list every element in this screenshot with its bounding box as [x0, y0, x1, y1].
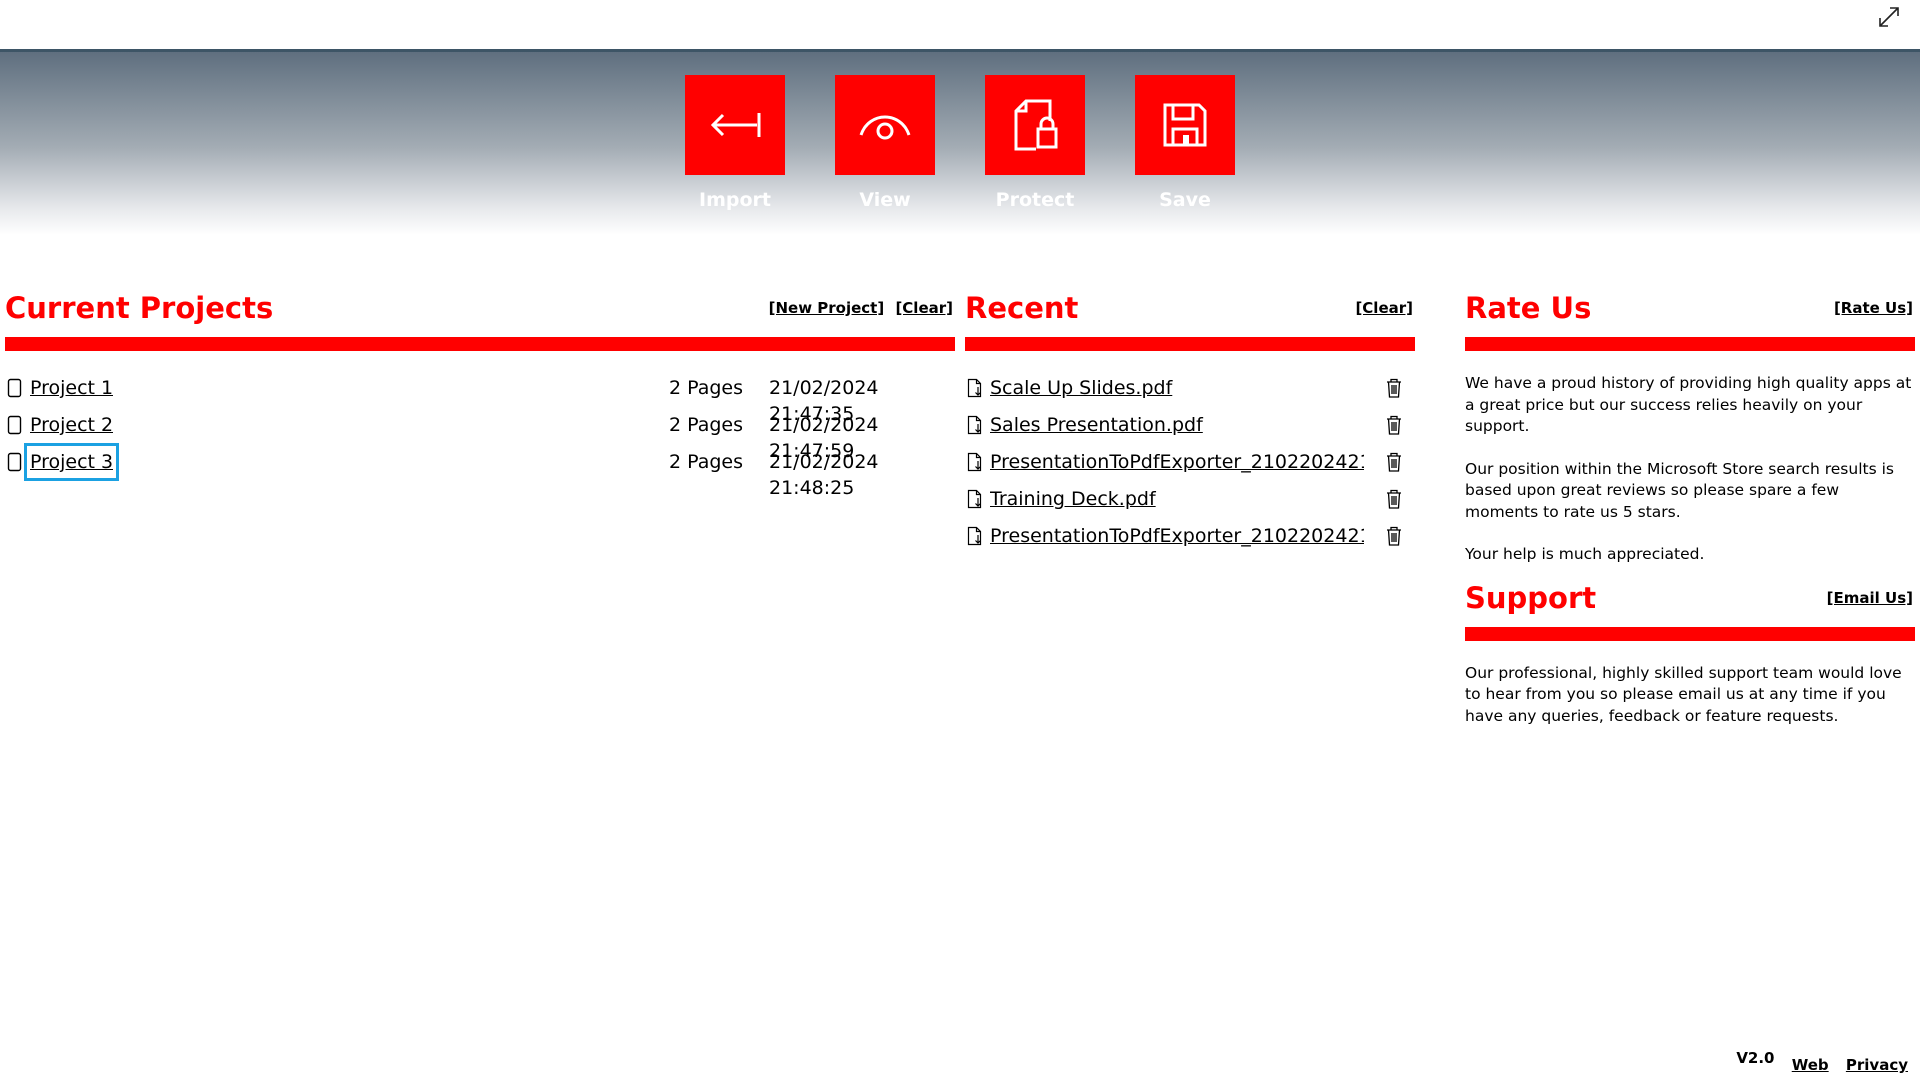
new-project-link[interactable]: [New Project] [769, 299, 885, 317]
pdf-file-icon [967, 452, 982, 472]
recent-title: Recent [965, 291, 1079, 325]
version-label: V2.0 [1736, 1049, 1775, 1067]
protect-button[interactable]: Protect [985, 75, 1085, 211]
web-link[interactable]: Web [1792, 1056, 1829, 1074]
support-paragraph: Our professional, highly skilled support… [1465, 663, 1902, 725]
section-divider [965, 337, 1415, 351]
project-row[interactable]: Project 3 2 Pages 21/02/2024 21:48:25 [5, 443, 955, 499]
project-row[interactable]: Project 2 2 Pages 21/02/2024 21:47:59 [5, 412, 955, 462]
title-bar [0, 0, 1920, 49]
clear-projects-link[interactable]: [Clear] [895, 299, 953, 317]
recent-row[interactable]: PresentationToPdfExporter_2102202421430 [965, 449, 1415, 486]
trash-icon[interactable] [1385, 488, 1403, 510]
project-name-link[interactable]: Project 2 [30, 412, 113, 438]
recent-file-link[interactable]: PresentationToPdfExporter_2102202421430 [990, 449, 1364, 475]
rate-us-link[interactable]: [Rate Us] [1834, 299, 1913, 317]
recent-row[interactable]: PresentationToPdfExporter_2102202421417 [965, 523, 1415, 560]
trash-icon[interactable] [1385, 377, 1403, 399]
rate-us-body: We have a proud history of providing hig… [1465, 373, 1915, 566]
recent-file-link[interactable]: Scale Up Slides.pdf [990, 375, 1364, 401]
section-divider [1465, 337, 1915, 351]
email-us-link[interactable]: [Email Us] [1827, 589, 1913, 607]
save-label: Save [1159, 189, 1211, 211]
rate-us-paragraph: Our position within the Microsoft Store … [1465, 459, 1894, 521]
section-divider [1465, 626, 1915, 641]
project-pages: 2 Pages [669, 414, 744, 436]
floppy-disk-icon [1163, 103, 1207, 147]
section-divider [5, 337, 955, 351]
privacy-link[interactable]: Privacy [1846, 1056, 1908, 1074]
trash-icon[interactable] [1385, 525, 1403, 547]
sidebar-info: Rate Us [Rate Us] We have a proud histor… [1465, 290, 1915, 727]
recent-list: Scale Up Slides.pdf Sales Presentation.p… [965, 375, 1415, 560]
pdf-file-icon [967, 378, 982, 398]
project-list: Project 1 2 Pages 21/02/2024 21:47:35 Pr… [5, 375, 955, 499]
support-header: Support [Email Us] [1465, 580, 1915, 620]
pdf-file-icon [967, 415, 982, 435]
recent-file-link[interactable]: PresentationToPdfExporter_2102202421417 [990, 523, 1364, 549]
support-body: Our professional, highly skilled support… [1465, 663, 1915, 728]
rate-us-paragraph: Your help is much appreciated. [1465, 545, 1705, 563]
rate-us-title: Rate Us [1465, 291, 1592, 325]
recent-file-link[interactable]: Training Deck.pdf [990, 486, 1364, 512]
recent-row[interactable]: Training Deck.pdf [965, 486, 1415, 523]
page-icon [7, 378, 22, 398]
import-label: Import [699, 189, 771, 211]
current-projects-section: Current Projects [New Project] [Clear] P… [5, 290, 955, 499]
toolbar: Import View Protect Save [0, 49, 1920, 235]
lock-document-icon [1014, 99, 1058, 151]
expand-icon[interactable] [1876, 4, 1902, 30]
current-projects-title: Current Projects [5, 291, 274, 325]
project-name-link[interactable]: Project 1 [30, 375, 113, 401]
recent-row[interactable]: Scale Up Slides.pdf [965, 375, 1415, 412]
view-label: View [859, 189, 911, 211]
recent-section: Recent [Clear] Scale Up Slides.pdf Sales… [965, 290, 1415, 560]
recent-file-link[interactable]: Sales Presentation.pdf [990, 412, 1364, 438]
recent-row[interactable]: Sales Presentation.pdf [965, 412, 1415, 449]
clear-recent-link[interactable]: [Clear] [1355, 299, 1413, 317]
pdf-file-icon [967, 489, 982, 509]
project-name-link[interactable]: Project 3 [23, 443, 120, 481]
footer: V2.0 Web Privacy [1724, 1049, 1908, 1074]
project-date: 21/02/2024 21:48:25 [769, 451, 879, 499]
rate-us-paragraph: We have a proud history of providing hig… [1465, 374, 1912, 435]
save-button[interactable]: Save [1135, 75, 1235, 211]
eye-icon [859, 115, 911, 140]
page-icon [7, 452, 22, 472]
trash-icon[interactable] [1385, 451, 1403, 473]
project-row[interactable]: Project 1 2 Pages 21/02/2024 21:47:35 [5, 375, 955, 425]
pdf-file-icon [967, 526, 982, 546]
page-icon [7, 415, 22, 435]
support-title: Support [1465, 580, 1597, 615]
protect-label: Protect [995, 189, 1075, 211]
view-button[interactable]: View [835, 75, 935, 211]
project-pages: 2 Pages [669, 451, 744, 473]
trash-icon[interactable] [1385, 414, 1403, 436]
import-button[interactable]: Import [685, 75, 785, 211]
rate-us-header: Rate Us [Rate Us] [1465, 290, 1915, 330]
import-icon [710, 113, 761, 137]
project-pages: 2 Pages [669, 377, 744, 399]
